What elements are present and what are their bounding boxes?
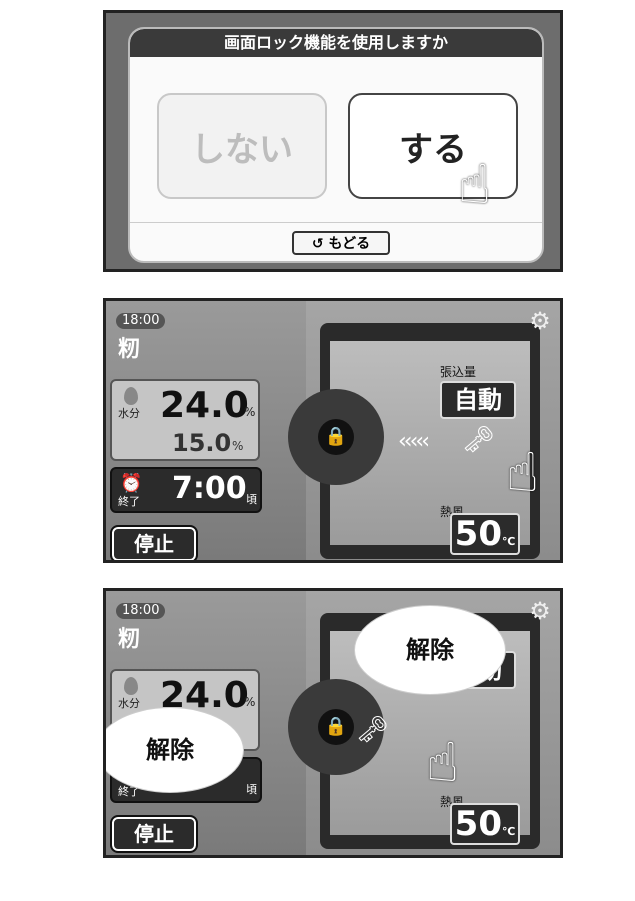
end-time-box[interactable]: ⏰ 終了 7:00 頃 [110,467,262,513]
heat-unit: ℃ [502,535,516,548]
clock-time: 18:00 [116,313,166,329]
gear-icon[interactable]: ⚙ [526,597,554,625]
back-button[interactable]: ↺ もどる [292,231,390,255]
moisture-unit: % [244,405,256,419]
locking-screen: 18:00 籾 水分 24.0 % 15.0 % ⏰ 終了 7:00 頃 停止 … [103,298,563,563]
gear-icon[interactable]: ⚙ [526,307,554,335]
moisture-target: 15.0 [172,429,232,457]
end-label: 終了 [118,495,140,508]
heat-box[interactable]: 50℃ [450,803,520,845]
amount-label: 張込量 [440,365,477,379]
end-unit: 頃 [246,783,257,796]
heat-unit: ℃ [502,825,516,838]
crop-type: 籾 [118,337,141,362]
dialog-divider [130,222,542,223]
pointing-hand-icon: ☝ [426,731,459,794]
unlock-bubble-top: 解除 [354,605,506,695]
lock-icon: 🔒 [318,709,354,745]
unlock-bubble-left: 解除 [106,707,244,793]
moisture-label: 水分 [118,407,140,420]
yes-button[interactable]: する [348,93,518,199]
end-time: 7:00 [172,471,247,506]
alarm-clock-icon: ⏰ [120,473,143,494]
end-unit: 頃 [246,493,257,506]
stop-button[interactable]: 停止 [110,815,198,853]
dialog-title: 画面ロック機能を使用しますか [130,29,542,57]
heat-value: 50 [454,804,502,844]
moisture-box[interactable]: 水分 24.0 % 15.0 % [110,379,260,461]
heat-value: 50 [454,514,502,554]
pointing-hand-icon: ☝ [458,153,491,216]
lock-icon: 🔒 [318,419,354,455]
amount-value[interactable]: 自動 [440,381,516,419]
moisture-current: 24.0 [160,385,249,426]
undo-icon: ↺ [311,236,324,252]
water-drop-icon [124,677,138,695]
slide-arrows-icon: ‹‹‹‹‹ [398,429,430,454]
water-drop-icon [124,387,138,405]
key-icon[interactable]: 🗝 [462,425,495,455]
moisture-target-unit: % [232,439,244,453]
lock-confirm-screen: 画面ロック機能を使用しますか しない する ↺ もどる ☝ [103,10,563,272]
pointing-hand-icon: ☝ [506,441,539,504]
key-icon[interactable]: 🗝 [356,715,389,745]
back-label: もどる [328,236,371,252]
stop-button[interactable]: 停止 [110,525,198,560]
clock-time: 18:00 [116,603,166,619]
moisture-label: 水分 [118,697,140,710]
crop-type: 籾 [118,627,141,652]
no-button[interactable]: しない [157,93,327,199]
lock-confirm-dialog: 画面ロック機能を使用しますか しない する ↺ もどる [128,27,544,263]
heat-box[interactable]: 50℃ [450,513,520,555]
moisture-unit: % [244,695,256,709]
unlock-screen: 18:00 籾 水分 24.0 % 終了 頃 停止 ⚙ 自動 熱風 50℃ 🔒 … [103,588,563,858]
